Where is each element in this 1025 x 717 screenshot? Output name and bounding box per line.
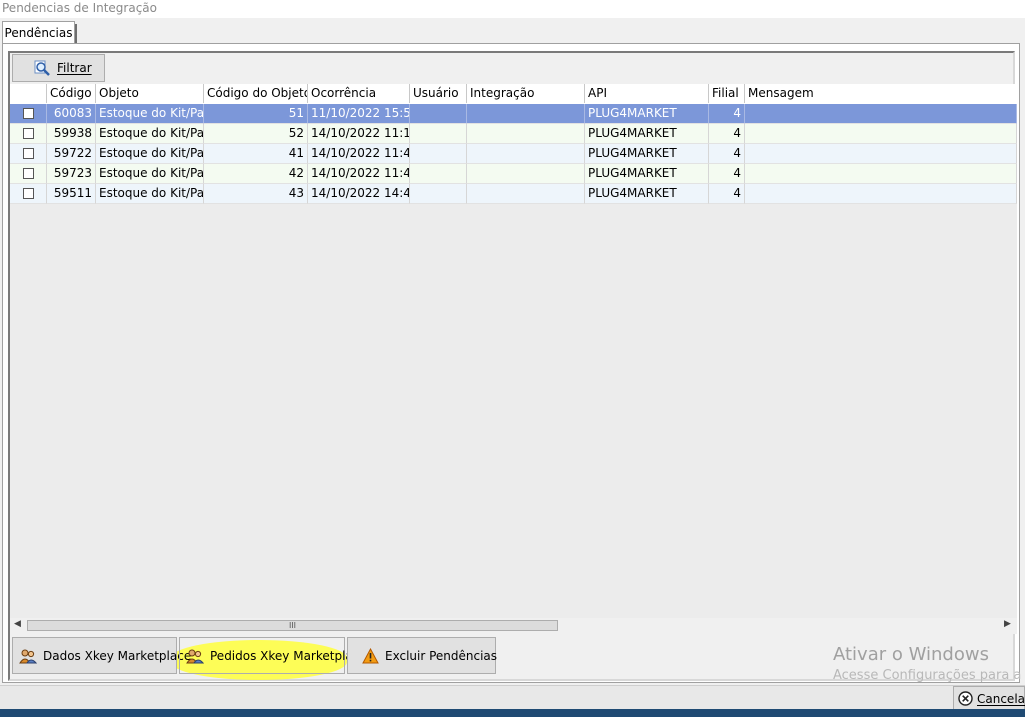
scroll-right-icon[interactable]: ▶ <box>1004 619 1011 629</box>
cell-ocorrencia: 14/10/2022 14:45:2 <box>308 184 410 204</box>
horizontal-scrollbar[interactable]: ◀ III ▶ <box>10 618 1017 634</box>
cell-api: PLUG4MARKET <box>585 184 709 204</box>
pedidos-xkey-marketplace-label: Pedidos Xkey Marketplace <box>210 648 367 663</box>
cell-codigo: 59722 <box>47 144 96 164</box>
cell-integracao <box>467 164 585 184</box>
row-checkbox[interactable] <box>23 148 34 159</box>
cell-codigo: 59723 <box>47 164 96 184</box>
row-checkbox[interactable] <box>23 168 34 179</box>
cell-mensagem <box>745 164 1017 184</box>
cell-objeto: Estoque do Kit/Padi <box>96 164 204 184</box>
cell-select <box>10 184 47 204</box>
cell-integracao <box>467 184 585 204</box>
cell-usuario <box>410 164 467 184</box>
cell-mensagem <box>745 144 1017 164</box>
header-filial[interactable]: Filial <box>709 84 745 103</box>
dados-xkey-marketplace-label: Dados Xkey Marketplace <box>43 648 192 663</box>
cancel-button[interactable]: Cancelar <box>953 686 1025 711</box>
pedidos-xkey-marketplace-button[interactable]: Pedidos Xkey Marketplace <box>179 637 367 674</box>
activation-watermark-text: Acesse Configurações para a <box>833 668 1022 683</box>
cancel-button-label: Cancelar <box>977 691 1025 706</box>
row-checkbox[interactable] <box>23 108 34 119</box>
cell-objeto: Estoque do Kit/Padi <box>96 124 204 144</box>
header-ocorrencia[interactable]: Ocorrência <box>308 84 410 103</box>
excluir-pendencias-button[interactable]: Excluir Pendências <box>347 637 498 674</box>
cell-codigo-objeto: 41 <box>204 144 308 164</box>
row-checkbox[interactable] <box>23 128 34 139</box>
cell-codigo-objeto: 52 <box>204 124 308 144</box>
table-row[interactable]: 59938 Estoque do Kit/Padi 52 14/10/2022 11:… <box>10 124 1017 144</box>
cell-ocorrencia: 14/10/2022 11:19:4 <box>308 124 410 144</box>
activation-watermark-title: Ativar o Windows <box>833 644 989 665</box>
warning-icon <box>362 647 379 663</box>
cell-codigo: 60083 <box>47 104 96 124</box>
cell-api: PLUG4MARKET <box>585 144 709 164</box>
close-circle-icon <box>958 691 973 706</box>
cell-ocorrencia: 14/10/2022 11:43:5 <box>308 144 410 164</box>
filter-button[interactable]: Filtrar <box>12 54 105 82</box>
cell-filial: 4 <box>709 104 745 124</box>
cell-api: PLUG4MARKET <box>585 164 709 184</box>
cell-mensagem <box>745 184 1017 204</box>
dados-xkey-marketplace-button[interactable]: Dados Xkey Marketplace <box>12 637 191 674</box>
cell-integracao <box>467 144 585 164</box>
table-row[interactable]: 60083 Estoque do Kit/Padi 51 11/10/2022 15:… <box>10 104 1017 124</box>
cell-codigo-objeto: 43 <box>204 184 308 204</box>
cell-mensagem <box>745 124 1017 144</box>
cell-usuario <box>410 124 467 144</box>
cell-ocorrencia: 11/10/2022 15:51:3 <box>308 104 410 124</box>
scroll-left-icon[interactable]: ◀ <box>14 619 21 629</box>
header-api[interactable]: API <box>585 84 709 103</box>
cell-select <box>10 144 47 164</box>
cell-objeto: Estoque do Kit/Padi <box>96 104 204 124</box>
scroll-thumb[interactable]: III <box>27 620 558 631</box>
users-icon <box>186 649 204 663</box>
header-codigo[interactable]: Código <box>47 84 96 103</box>
cell-codigo-objeto: 42 <box>204 164 308 184</box>
cell-mensagem <box>745 104 1017 124</box>
cell-codigo-objeto: 51 <box>204 104 308 124</box>
cell-integracao <box>467 124 585 144</box>
header-usuario[interactable]: Usuário <box>410 84 467 103</box>
header-select <box>10 84 47 103</box>
pendencias-grid[interactable]: Código Objeto Código do Objeto Ocorrênci… <box>10 84 1017 618</box>
cell-codigo: 59938 <box>47 124 96 144</box>
header-integracao[interactable]: Integração <box>467 84 585 103</box>
cell-api: PLUG4MARKET <box>585 124 709 144</box>
cell-usuario <box>410 144 467 164</box>
filter-button-label: Filtrar <box>57 61 92 75</box>
cell-integracao <box>467 104 585 124</box>
status-bar <box>0 709 1025 717</box>
cell-codigo: 59511 <box>47 184 96 204</box>
cell-filial: 4 <box>709 144 745 164</box>
cell-usuario <box>410 184 467 204</box>
magnifier-icon <box>34 60 50 76</box>
footer-band <box>0 685 1025 710</box>
cell-select <box>10 164 47 184</box>
window-title: Pendencias de Integração <box>0 0 1025 18</box>
table-row[interactable]: 59511 Estoque do Kit/Padi 43 14/10/2022 14:… <box>10 184 1017 204</box>
cell-select <box>10 124 47 144</box>
cell-select <box>10 104 47 124</box>
table-row[interactable]: 59723 Estoque do Kit/Padi 42 14/10/2022 11:… <box>10 164 1017 184</box>
header-objeto[interactable]: Objeto <box>96 84 204 103</box>
row-checkbox[interactable] <box>23 188 34 199</box>
table-row[interactable]: 59722 Estoque do Kit/Padi 41 14/10/2022 11:… <box>10 144 1017 164</box>
cell-objeto: Estoque do Kit/Padi <box>96 184 204 204</box>
excluir-pendencias-label: Excluir Pendências <box>385 648 498 663</box>
cell-ocorrencia: 14/10/2022 11:43:5 <box>308 164 410 184</box>
cell-objeto: Estoque do Kit/Padi <box>96 144 204 164</box>
tab-pendencias[interactable]: Pendências <box>2 21 77 44</box>
cell-filial: 4 <box>709 164 745 184</box>
header-codigo-objeto[interactable]: Código do Objeto <box>204 84 308 103</box>
users-icon <box>19 649 37 663</box>
header-mensagem[interactable]: Mensagem <box>745 84 1017 103</box>
cell-usuario <box>410 104 467 124</box>
cell-api: PLUG4MARKET <box>585 104 709 124</box>
cell-filial: 4 <box>709 124 745 144</box>
cell-filial: 4 <box>709 184 745 204</box>
grid-header: Código Objeto Código do Objeto Ocorrênci… <box>10 84 1017 105</box>
